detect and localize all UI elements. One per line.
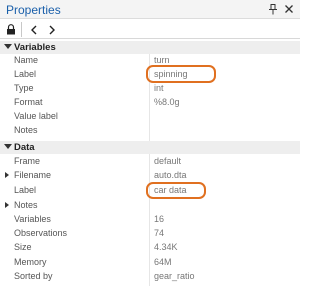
property-row-size[interactable]: Size 4.34K xyxy=(0,241,300,253)
property-label: Notes xyxy=(14,200,38,210)
property-value: 74 xyxy=(154,228,165,238)
annotation-highlight xyxy=(146,182,206,199)
property-row-frame[interactable]: Frame default xyxy=(0,155,300,167)
pin-icon[interactable] xyxy=(268,4,278,15)
property-row-sorted-by[interactable]: Sorted by gear_ratio xyxy=(0,270,300,282)
property-row-type[interactable]: Type int xyxy=(0,82,300,94)
property-row-filename[interactable]: Filename auto.dta xyxy=(0,169,300,181)
annotation-highlight xyxy=(146,65,216,83)
section-title: Data xyxy=(14,142,35,153)
back-arrow-icon xyxy=(31,25,37,34)
property-label: Label xyxy=(14,185,37,195)
lock-icon xyxy=(7,24,15,35)
collapse-caret-icon[interactable] xyxy=(4,144,12,149)
property-value: 4.34K xyxy=(154,242,178,252)
panel-title: Properties xyxy=(6,3,61,17)
property-label: Notes xyxy=(14,125,38,135)
forward-button[interactable] xyxy=(44,21,60,38)
property-row-name[interactable]: Name turn xyxy=(0,54,300,66)
back-button[interactable] xyxy=(26,21,42,38)
property-value[interactable]: auto.dta xyxy=(154,170,187,180)
property-value: gear_ratio xyxy=(154,271,195,281)
property-label: Frame xyxy=(14,156,41,166)
property-row-format[interactable]: Format %8.0g xyxy=(0,96,300,108)
properties-toolbar xyxy=(0,20,300,39)
property-row-notes[interactable]: Notes xyxy=(0,124,300,136)
property-label: Filename xyxy=(14,170,52,180)
lock-button[interactable] xyxy=(2,21,20,38)
expand-arrow-icon[interactable] xyxy=(5,172,9,178)
close-icon[interactable] xyxy=(284,4,294,14)
section-title: Variables xyxy=(14,42,56,53)
property-label: Value label xyxy=(14,111,58,121)
section-variables[interactable]: Variables xyxy=(0,41,300,54)
property-label: Sorted by xyxy=(14,271,53,281)
expand-arrow-icon[interactable] xyxy=(5,202,9,208)
property-value[interactable]: %8.0g xyxy=(154,97,180,107)
panel-titlebar: Properties xyxy=(0,0,300,19)
property-value: 16 xyxy=(154,214,165,224)
forward-arrow-icon xyxy=(49,25,55,34)
property-row-observations[interactable]: Observations 74 xyxy=(0,227,300,239)
toolbar-separator xyxy=(21,22,22,37)
collapse-caret-icon[interactable] xyxy=(4,44,12,49)
property-label: Name xyxy=(14,55,39,65)
property-value: 64M xyxy=(154,257,172,267)
section-data[interactable]: Data xyxy=(0,141,300,154)
property-label: Label xyxy=(14,69,37,79)
property-value[interactable]: default xyxy=(154,156,181,166)
property-label: Size xyxy=(14,242,32,252)
property-row-memory[interactable]: Memory 64M xyxy=(0,256,300,268)
property-value[interactable]: turn xyxy=(154,55,170,65)
property-row-variables[interactable]: Variables 16 xyxy=(0,213,300,225)
property-label: Memory xyxy=(14,257,47,267)
property-label: Format xyxy=(14,97,43,107)
property-label: Type xyxy=(14,83,34,93)
property-row-value-label[interactable]: Value label xyxy=(0,110,300,122)
property-row-data-notes[interactable]: Notes xyxy=(0,199,300,211)
property-label: Variables xyxy=(14,214,51,224)
property-value[interactable]: int xyxy=(154,83,164,93)
property-label: Observations xyxy=(14,228,68,238)
